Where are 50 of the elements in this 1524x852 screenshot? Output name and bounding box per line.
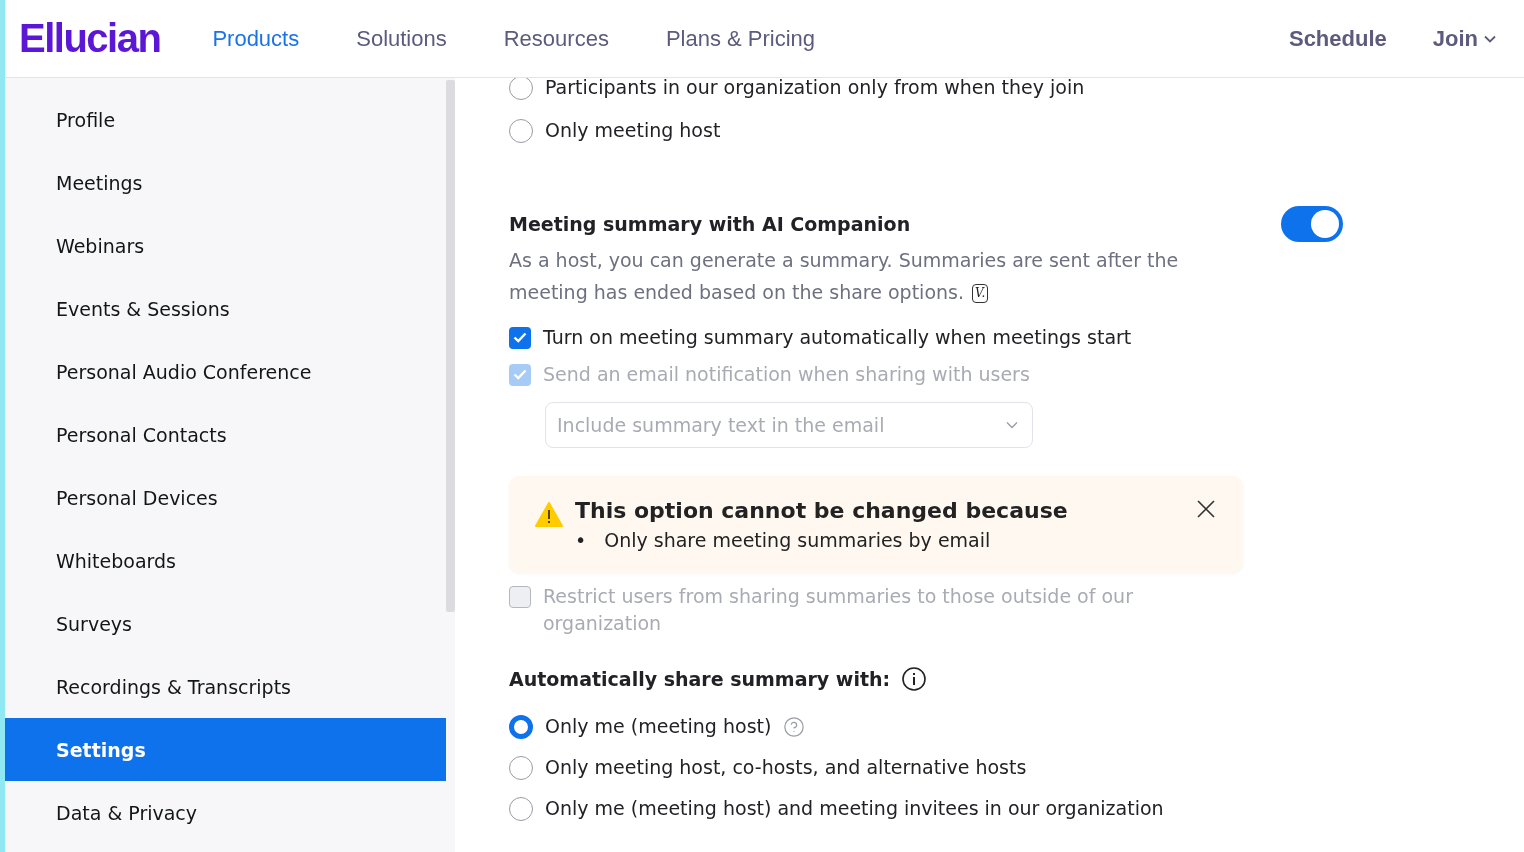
alert-reason: Only share meeting summaries by email [604,528,991,553]
option-label: Participants in our organization only from when they join [545,78,1085,100]
sidebar-item[interactable]: Settings [5,718,446,781]
sidebar-item[interactable]: Personal Devices [5,466,446,529]
bullet-mark: • [575,528,587,553]
sidebar-item[interactable]: Whiteboards [5,529,446,592]
sidebar-item[interactable]: Events & Sessions [5,277,446,340]
option-label: Only meeting host [545,118,721,143]
alert-title: This option cannot be changed because [575,498,1068,523]
info-icon[interactable] [902,667,927,691]
sidebar-item[interactable]: Webinars [5,214,446,277]
toggle-switch[interactable] [1281,206,1343,242]
sidebar-item[interactable]: Surveys [5,592,446,655]
section-title: Automatically share summary with: [509,668,891,690]
join-dropdown[interactable]: Join [1432,25,1496,52]
schedule-link[interactable]: Schedule [1288,25,1387,52]
option-label: Only me (meeting host) [545,714,772,739]
radio-button[interactable] [509,78,533,100]
sidebar-item[interactable]: Profile [5,88,446,151]
badge: V. [972,284,989,303]
description-text: As a host, you can generate a summary. Summaries are sent after the meeting has ended based on the share options. V. [509,248,1180,305]
chevron-down-icon [1484,34,1496,43]
nav-link[interactable]: Plans & Pricing [665,25,816,52]
checkbox-label: Send an email notification when sharing with users [543,362,1030,387]
sidebar-item[interactable]: Recordings & Transcripts [5,655,446,718]
sidebar-item[interactable]: Data & Privacy [5,781,446,844]
sidebar-item[interactable]: Personal Contacts [5,403,446,466]
checkbox-label: Restrict users from sharing summaries to those outside of our organization [543,584,1134,636]
help-icon[interactable] [783,715,806,738]
section-title: Meeting summary with AI Companion [509,213,911,235]
close-button[interactable] [1195,498,1217,520]
radio-button[interactable] [509,714,533,739]
option-label: Only me (meeting host) and meeting invitees in our organization [545,796,1164,821]
nav-link[interactable]: Products [212,25,300,52]
radio-button[interactable] [509,118,533,143]
option-label: Only meeting host, co-hosts, and alternative hosts [545,755,1027,780]
checkbox[interactable] [509,326,531,349]
radio-button[interactable] [509,796,533,821]
checkbox-label: Turn on meeting summary automatically when meetings start [543,325,1132,350]
sidebar-item[interactable]: Meetings [5,151,446,214]
nav-link[interactable]: Solutions [356,25,447,52]
logo[interactable]: Ellucian [19,16,161,61]
checkmark-icon [513,369,527,380]
checkmark-icon [513,332,527,343]
chevron-down-icon [1006,421,1018,429]
warning-icon [535,502,563,527]
scrollbar-thumb[interactable] [446,80,455,612]
nav-link[interactable]: Resources [503,25,609,52]
radio-button[interactable] [509,755,533,780]
sidebar-item[interactable]: Personal Audio Conference [5,340,446,403]
